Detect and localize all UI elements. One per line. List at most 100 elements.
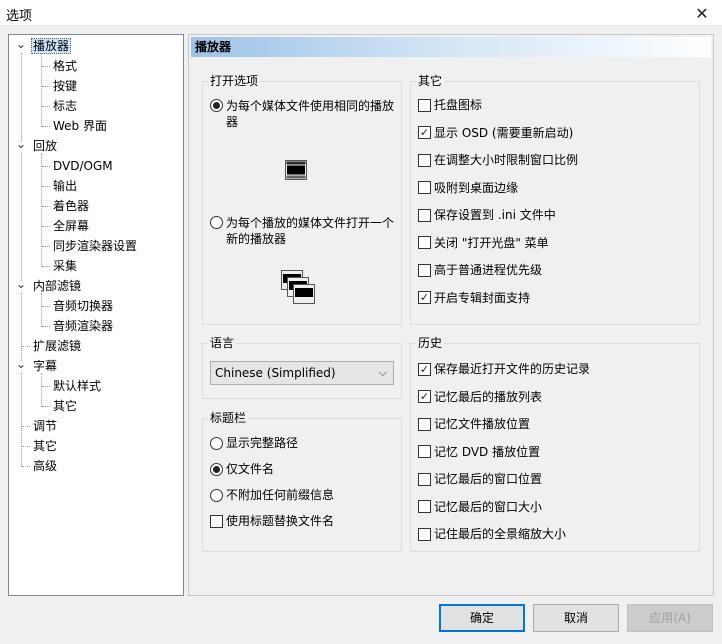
option-label: 保存设置到 .ini 文件中 xyxy=(434,208,556,222)
checkbox-indicator[interactable] xyxy=(418,445,431,458)
tree-item[interactable]: 格式 xyxy=(51,57,79,75)
chevron-down-icon[interactable]: ⌵ xyxy=(379,362,387,384)
checkbox-option[interactable]: 在调整大小时限制窗口比例 xyxy=(418,152,578,168)
tree-connector xyxy=(41,153,42,267)
cancel-button[interactable]: 取消 xyxy=(533,604,619,632)
tree-connector xyxy=(41,373,42,407)
open-options-title: 打开选项 xyxy=(208,74,261,88)
tree-branch xyxy=(42,206,50,207)
checkbox-indicator[interactable] xyxy=(418,236,431,249)
ok-button[interactable]: 确定 xyxy=(439,604,525,632)
checkbox-indicator[interactable] xyxy=(418,390,431,403)
chevron-down-icon[interactable]: ⌄ xyxy=(16,278,26,291)
checkbox-indicator[interactable] xyxy=(418,153,431,167)
tree-item[interactable]: 播放器 xyxy=(31,37,72,55)
checkbox-option[interactable]: 记住最后的全景缩放大小 xyxy=(418,526,566,542)
checkbox-option[interactable]: 显示 OSD (需要重新启动) xyxy=(418,125,573,141)
checkbox-option[interactable]: 保存最近打开文件的历史记录 xyxy=(418,361,590,377)
tree-item-label: 音频切换器 xyxy=(53,299,114,313)
checkbox-indicator[interactable] xyxy=(418,362,431,376)
chevron-down-icon[interactable]: ⌄ xyxy=(16,38,26,51)
tree-item[interactable]: 音频切换器 xyxy=(51,297,115,315)
tree-item[interactable]: 按键 xyxy=(51,77,79,95)
checkbox-option[interactable]: 托盘图标 xyxy=(418,97,482,113)
language-select[interactable]: Chinese (Simplified) ⌵ xyxy=(210,361,394,385)
checkbox-indicator[interactable] xyxy=(418,263,431,277)
option-label: 显示完整路径 xyxy=(226,436,299,450)
tree-item[interactable]: 默认样式 xyxy=(51,377,103,395)
checkbox-option[interactable]: 保存设置到 .ini 文件中 xyxy=(418,207,556,223)
open-new-player-radio[interactable]: 为每个播放的媒体文件打开一个新的播放器 xyxy=(210,215,398,247)
tree-item[interactable]: 输出 xyxy=(51,177,79,195)
tree-item[interactable]: 内部滤镜 xyxy=(31,277,83,295)
tree-item-label: 默认样式 xyxy=(53,379,102,393)
radio-option[interactable]: 显示完整路径 xyxy=(210,435,298,451)
tree-item[interactable]: 音频渲染器 xyxy=(51,317,115,335)
checkbox-option[interactable]: 记忆最后的窗口大小 xyxy=(418,499,542,515)
option-label: 吸附到桌面边缘 xyxy=(434,180,519,195)
chevron-down-icon[interactable]: ⌄ xyxy=(16,358,26,371)
tree-item-label: 其它 xyxy=(33,439,58,453)
tree-branch xyxy=(42,406,50,407)
open-same-player-radio[interactable]: 为每个媒体文件使用相同的播放器 xyxy=(210,98,398,130)
radio-indicator[interactable] xyxy=(210,488,223,502)
tree-item[interactable]: 扩展滤镜 xyxy=(31,337,83,355)
chevron-down-icon[interactable]: ⌄ xyxy=(16,138,26,151)
tree-item[interactable]: 字幕 xyxy=(31,357,59,375)
radio-indicator[interactable] xyxy=(210,436,223,450)
option-label: 记忆文件播放位置 xyxy=(434,417,531,431)
checkbox-option[interactable]: 记忆 DVD 播放位置 xyxy=(418,444,540,460)
tree-item[interactable]: 调节 xyxy=(31,417,59,435)
tree-branch xyxy=(42,386,50,387)
tree-item[interactable]: 同步渲染器设置 xyxy=(51,237,139,255)
checkbox-indicator[interactable] xyxy=(418,98,431,112)
checkbox-option[interactable]: 开启专辑封面支持 xyxy=(418,290,530,306)
tree-item[interactable]: 全屏幕 xyxy=(51,217,91,235)
checkbox-indicator[interactable] xyxy=(418,291,431,304)
radio-option[interactable]: 仅文件名 xyxy=(210,461,274,477)
checkbox-indicator[interactable] xyxy=(418,472,431,486)
tree-connector xyxy=(41,293,42,327)
radio-indicator[interactable] xyxy=(210,99,223,112)
tree-item[interactable]: 回放 xyxy=(31,137,59,155)
checkbox-indicator[interactable] xyxy=(418,417,431,431)
tree-item[interactable]: 其它 xyxy=(51,397,79,415)
tree-item[interactable]: 标志 xyxy=(51,97,79,115)
tree-branch xyxy=(42,86,50,87)
tree-item[interactable]: 着色器 xyxy=(51,197,91,215)
checkbox-option[interactable]: 记忆文件播放位置 xyxy=(418,416,530,432)
checkbox-indicator[interactable] xyxy=(418,208,431,222)
tree-item[interactable]: 其它 xyxy=(31,437,59,455)
tree-branch xyxy=(42,326,50,327)
checkbox-indicator[interactable] xyxy=(418,181,431,194)
option-label: 记住最后的全景缩放大小 xyxy=(434,527,567,541)
close-icon[interactable]: ✕ xyxy=(682,0,722,26)
checkbox-option[interactable]: 高于普通进程优先级 xyxy=(418,262,542,278)
tree-branch xyxy=(42,66,50,67)
tree-root-connector xyxy=(21,53,22,467)
checkbox-option[interactable]: 吸附到桌面边缘 xyxy=(418,180,518,196)
option-label: 仅文件名 xyxy=(226,462,275,476)
category-tree[interactable]: 播放器 ⌄ 格式按键标志 Web 界面回放 ⌄ DVD/OGM 输出着色器全屏幕同步渲染器设… xyxy=(8,34,184,596)
tree-item[interactable]: Web 界面 xyxy=(51,117,109,135)
use-title-checkbox[interactable]: 使用标题替换文件名 xyxy=(210,513,334,529)
option-label: 记忆最后的窗口大小 xyxy=(434,499,543,514)
checkbox-indicator[interactable] xyxy=(210,514,223,528)
option-label: 关闭 "打开光盘" 菜单 xyxy=(434,235,549,250)
radio-indicator[interactable] xyxy=(210,462,223,476)
checkbox-indicator[interactable] xyxy=(418,500,431,513)
checkbox-option[interactable]: 记忆最后的播放列表 xyxy=(418,389,542,405)
tree-item[interactable]: 高级 xyxy=(31,457,59,475)
apply-button[interactable]: 应用(A) xyxy=(627,604,713,632)
option-label: 在调整大小时限制窗口比例 xyxy=(434,153,579,167)
checkbox-option[interactable]: 关闭 "打开光盘" 菜单 xyxy=(418,235,549,251)
radio-option[interactable]: 不附加任何前缀信息 xyxy=(210,487,334,503)
tree-item-label: 调节 xyxy=(33,419,58,433)
tree-item[interactable]: 采集 xyxy=(51,257,79,275)
tree-item-label: 播放器 xyxy=(31,38,72,54)
tree-item[interactable]: DVD/OGM xyxy=(51,157,115,175)
radio-indicator[interactable] xyxy=(210,216,223,229)
checkbox-indicator[interactable] xyxy=(418,126,431,139)
checkbox-indicator[interactable] xyxy=(418,527,431,541)
checkbox-option[interactable]: 记忆最后的窗口位置 xyxy=(418,471,542,487)
